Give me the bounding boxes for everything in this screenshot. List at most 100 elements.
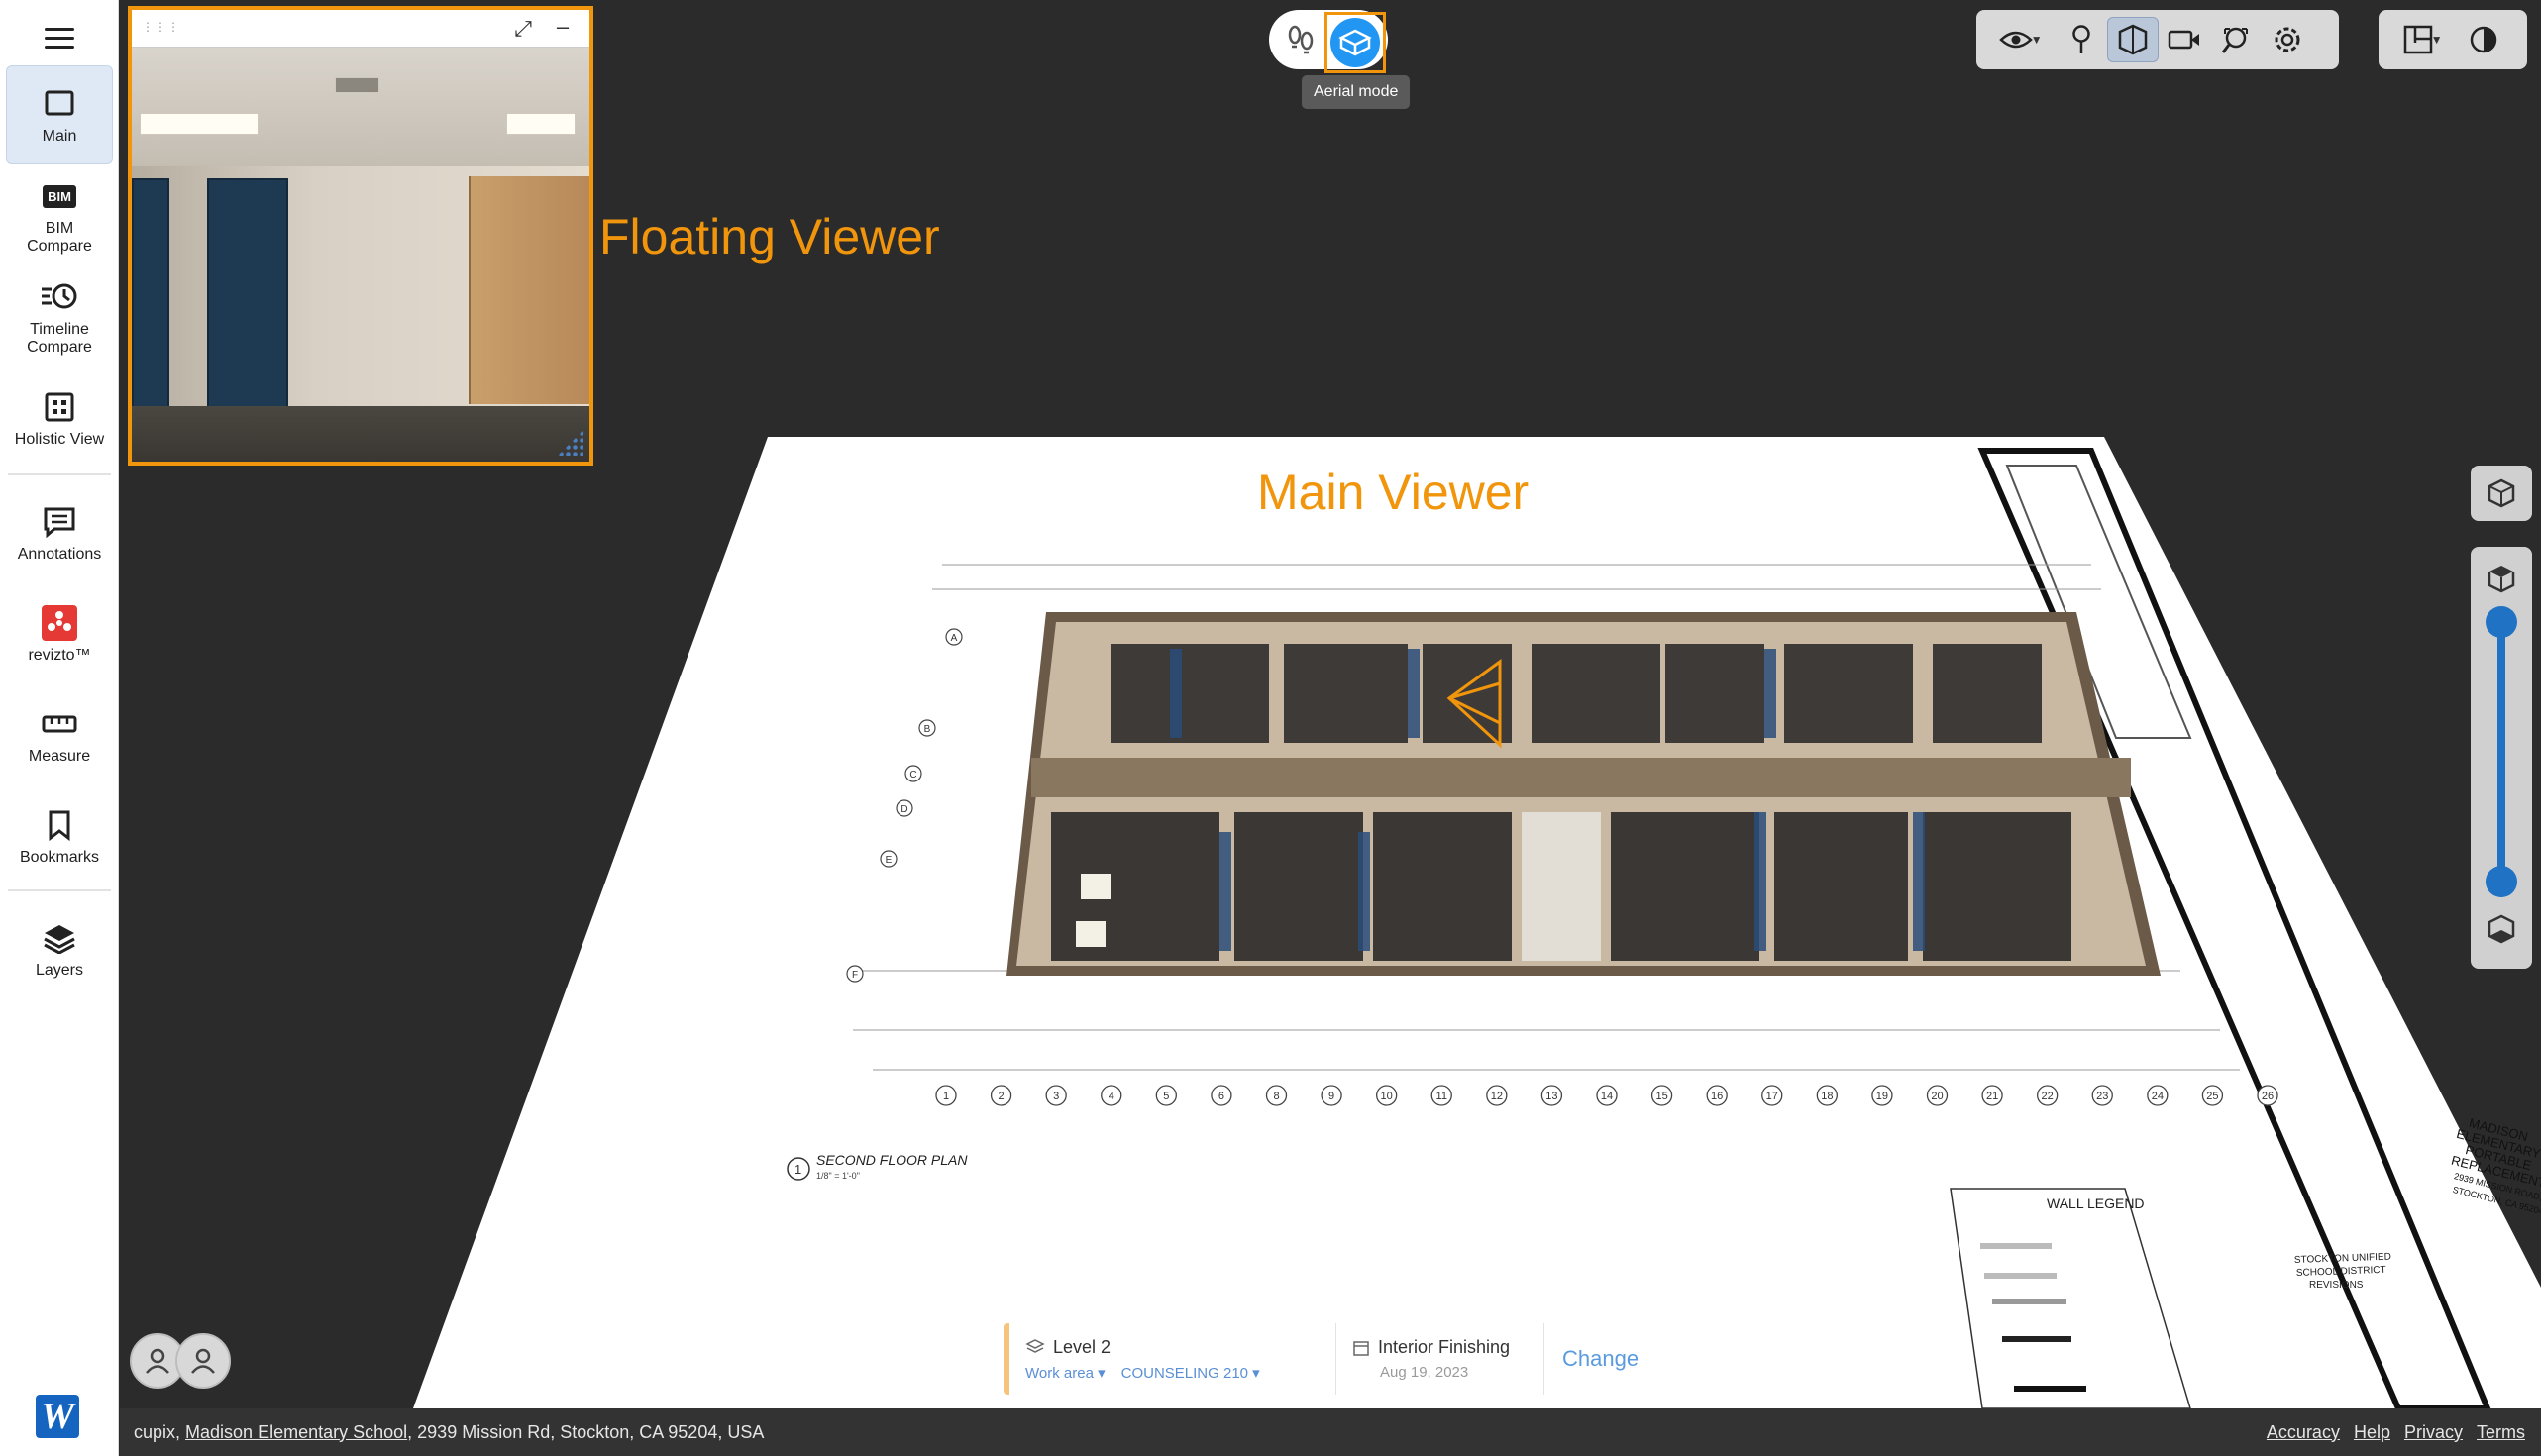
project-link[interactable]: Madison Elementary School — [185, 1422, 407, 1442]
panorama-floor — [132, 406, 589, 462]
pin-icon — [2072, 25, 2090, 53]
grid-bubble-label: 15 — [1655, 1091, 1667, 1102]
sidebar-item-label: revizto™ — [28, 647, 91, 664]
grid-bubble-label: 2 — [999, 1091, 1005, 1102]
slider-lower-knob[interactable] — [2486, 866, 2517, 897]
sidebar-item-annotations[interactable]: Annotations — [6, 483, 113, 582]
sidebar-item-layers[interactable]: Layers — [6, 899, 113, 998]
sidebar-item-label: Measure — [28, 748, 91, 765]
sidebar-item-bookmarks[interactable]: Bookmarks — [6, 786, 113, 885]
settings-button[interactable] — [2262, 17, 2313, 62]
main-viewer[interactable]: 1 2 3 4 5 6 8 9 10 11 12 13 14 15 16 17 18 19 20 21 22 23 24 25… — [120, 0, 2541, 1408]
sidebar-divider — [8, 473, 111, 475]
chevron-down-icon: ▼ — [2427, 33, 2443, 47]
expand-icon[interactable]: ⤢ — [510, 16, 536, 42]
floating-viewer[interactable]: ⋮⋮⋮ ⤢ – — [128, 6, 593, 466]
visibility-button[interactable]: ▼ — [1986, 17, 2056, 62]
search-zoom-button[interactable] — [2210, 17, 2262, 62]
video-icon — [2168, 30, 2199, 50]
sidebar-item-main[interactable]: Main — [6, 65, 113, 164]
slider-upper-knob[interactable] — [2486, 606, 2517, 638]
sidebar-item-revizto[interactable]: revizto™ — [6, 584, 113, 683]
section-button[interactable] — [2107, 17, 2159, 62]
shield-icon — [2118, 24, 2148, 55]
capture-date: Aug 19, 2023 — [1380, 1364, 1469, 1381]
bookmark-icon — [40, 805, 79, 845]
accuracy-link[interactable]: Accuracy — [2267, 1422, 2340, 1443]
contrast-button[interactable] — [2458, 17, 2509, 62]
walk-mode-button[interactable] — [1281, 20, 1321, 59]
floating-viewer-header[interactable]: ⋮⋮⋮ ⤢ – — [132, 10, 589, 48]
user-icon — [146, 1348, 169, 1374]
slider-track[interactable] — [2497, 622, 2505, 897]
floating-viewer-caption: Floating Viewer — [599, 209, 940, 264]
grid-bubble-label: 13 — [1545, 1091, 1557, 1102]
grid-bubble-label: 12 — [1491, 1091, 1503, 1102]
room-dropdown[interactable]: COUNSELING 210 ▾ — [1121, 1364, 1260, 1382]
aerial-mode-button[interactable] — [1324, 12, 1386, 73]
capture-info-card: Level 2 Work area ▾ COUNSELING 210 ▾ Int… — [1004, 1323, 1657, 1395]
change-button[interactable]: Change — [1544, 1323, 1656, 1395]
phase-name: Interior Finishing — [1378, 1337, 1511, 1357]
ceiling-light — [140, 113, 259, 135]
grid-bubble-label: 25 — [2206, 1091, 2218, 1102]
collaborator-avatars — [130, 1333, 249, 1393]
grid-bubble-label: 20 — [1931, 1091, 1943, 1102]
sidebar-item-label: Layers — [35, 962, 84, 979]
panorama-ceiling — [132, 48, 589, 166]
pin-button[interactable] — [2056, 17, 2107, 62]
cube-top-icon[interactable] — [2482, 559, 2521, 598]
work-area-dropdown[interactable]: Work area ▾ — [1025, 1364, 1106, 1382]
sidebar-item-label: Annotations — [17, 546, 102, 563]
grid-bubble-label: 19 — [1876, 1091, 1888, 1102]
sidebar-item-holistic-view[interactable]: Holistic View — [6, 368, 113, 468]
project-address: cupix, Madison Elementary School, 2939 M… — [134, 1421, 765, 1442]
3d-view-button[interactable] — [2471, 466, 2532, 521]
sidebar-item-timeline-compare[interactable]: Timeline Compare — [6, 267, 113, 366]
aerial-mode-tooltip: Aerial mode — [1302, 75, 1411, 109]
main-viewer-caption: Main Viewer — [1257, 465, 1530, 520]
grid-bubble-label: 1 — [943, 1091, 949, 1102]
help-link[interactable]: Help — [2354, 1422, 2390, 1443]
sidebar-item-measure[interactable]: Measure — [6, 685, 113, 784]
grid-bubble-label: 21 — [1986, 1091, 1998, 1102]
ceiling-light — [506, 113, 576, 135]
hamburger-menu-button[interactable] — [38, 22, 81, 57]
grid-bubble-label: 11 — [1436, 1091, 1447, 1102]
plan-number: 1 — [794, 1162, 801, 1177]
grid-bubble-label: 16 — [1711, 1091, 1723, 1102]
grid-icon — [40, 387, 79, 427]
revisions-label: REVISIONS — [2309, 1280, 2364, 1291]
minimize-icon[interactable]: – — [550, 14, 576, 40]
grid-bubble-label: 5 — [1163, 1091, 1169, 1102]
layers-icon — [40, 918, 79, 958]
drag-handle-icon[interactable]: ⋮⋮⋮ — [142, 20, 179, 34]
grid-bubble-label: 22 — [2042, 1091, 2054, 1102]
privacy-link[interactable]: Privacy — [2404, 1422, 2463, 1443]
grid-bubble-label: D — [900, 804, 907, 815]
terms-link[interactable]: Terms — [2477, 1422, 2525, 1443]
calendar-icon — [1353, 1340, 1369, 1356]
gear-icon — [2275, 27, 2300, 52]
height-slider-panel — [2471, 547, 2532, 969]
footer-links: Accuracy Help Privacy Terms — [2267, 1422, 2525, 1443]
grid-bubble-label: C — [909, 770, 916, 780]
search-zoom-icon — [2221, 27, 2248, 53]
grid-bubble-label: B — [924, 724, 931, 735]
floorplan-button[interactable]: ▼ — [2388, 17, 2458, 62]
cube-bottom-icon[interactable] — [2482, 909, 2521, 949]
wall-legend-title: WALL LEGEND — [2047, 1196, 2145, 1211]
video-button[interactable] — [2159, 17, 2210, 62]
ruler-icon — [40, 704, 79, 744]
sidebar-item-label: Bookmarks — [19, 849, 100, 866]
cube-view-icon — [2482, 473, 2521, 513]
footprints-icon — [1288, 25, 1314, 54]
grid-bubble-label: 14 — [1601, 1091, 1613, 1102]
avatar[interactable] — [175, 1333, 231, 1389]
sidebar-item-bim-compare[interactable]: BIM BIM Compare — [6, 166, 113, 265]
grid-bubble-label: E — [886, 855, 893, 866]
grid-bubble-label: F — [852, 970, 858, 981]
grid-bubble-label: 17 — [1766, 1091, 1778, 1102]
level-name: Level 2 — [1053, 1336, 1112, 1357]
grid-bubble-label: 10 — [1381, 1091, 1393, 1102]
